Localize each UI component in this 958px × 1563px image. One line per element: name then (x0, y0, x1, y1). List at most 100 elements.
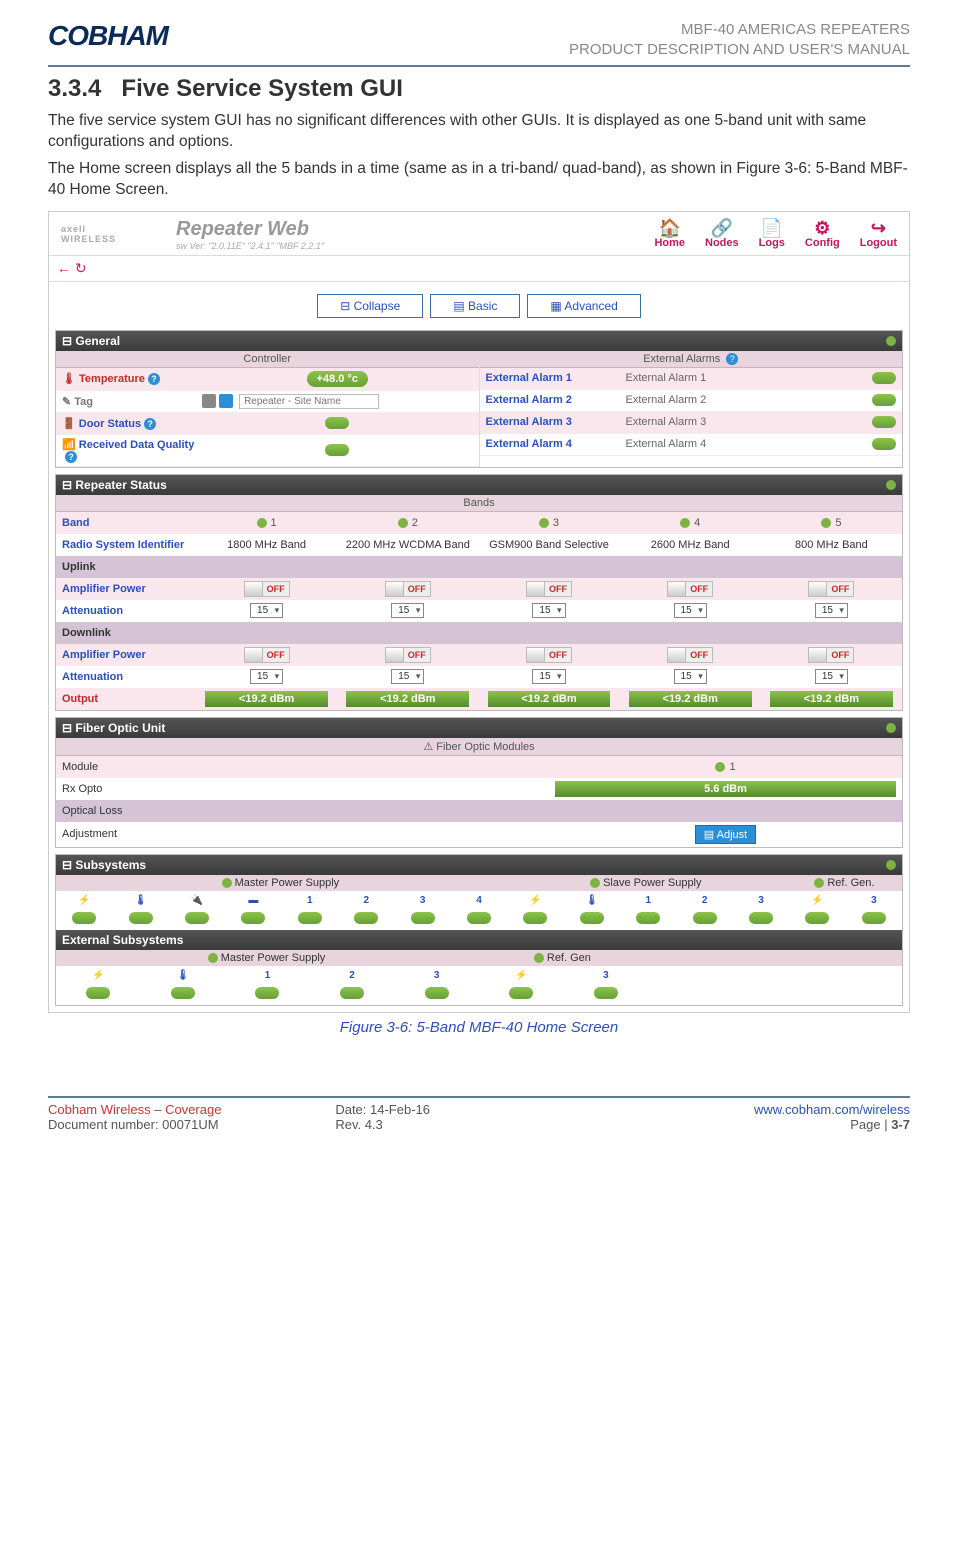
nav-logout[interactable]: ↪Logout (860, 219, 897, 249)
band-num-2: 2 (398, 517, 418, 529)
ext-alarm-2-badge (872, 394, 896, 406)
reload-icon[interactable]: ↻ (75, 260, 87, 276)
collapse-button[interactable]: ⊟ Collapse (317, 294, 423, 318)
status-badge (425, 987, 449, 999)
ext-alarms-header: External Alarms ? (480, 351, 903, 368)
dl-amp-switch-3[interactable]: OFF (526, 647, 572, 663)
ul-att-select-5[interactable]: 15 (815, 603, 848, 618)
nav-home[interactable]: 🏠Home (654, 219, 685, 249)
band-num-1: 1 (257, 517, 277, 529)
page-footer: Cobham Wireless – Coverage Date: 14-Feb-… (48, 1096, 910, 1132)
dl-amp-switch-5[interactable]: OFF (808, 647, 854, 663)
dl-att-select-2[interactable]: 15 (391, 669, 424, 684)
ext-alarms-header-label: External Alarms (643, 353, 720, 365)
dl-att-select-5[interactable]: 15 (815, 669, 848, 684)
subsystems-title: ⊟ Subsystems (62, 858, 146, 872)
dl-amp-switch-4[interactable]: OFF (667, 647, 713, 663)
sub-icon: 3 (564, 970, 649, 981)
status-badge (72, 912, 96, 924)
ul-att-select-1[interactable]: 15 (250, 603, 283, 618)
general-panel-header[interactable]: ⊟ General (56, 331, 902, 351)
edit-icon[interactable] (219, 394, 233, 408)
section-heading: 3.3.4 Five Service System GUI (48, 75, 910, 103)
band-name-4: 2600 MHz Band (620, 534, 761, 556)
doc-title: MBF-40 AMERICAS REPEATERS PRODUCT DESCRI… (569, 20, 910, 59)
sub-icon: 3 (733, 895, 789, 906)
ext-alarm-1-label: External Alarm 1 (486, 372, 626, 384)
master-ps-label: Master Power Supply (56, 875, 505, 891)
dl-amp-switch-2[interactable]: OFF (385, 647, 431, 663)
ul-att-select-4[interactable]: 15 (674, 603, 707, 618)
cobham-logo: COBHAM (48, 20, 168, 52)
sub-icon: 🌡 (141, 970, 226, 981)
band-label: Band (56, 512, 196, 534)
help-icon[interactable]: ? (65, 451, 77, 463)
dl-amp-switch-1[interactable]: OFF (244, 647, 290, 663)
fiber-optic-header[interactable]: ⊟ Fiber Optic Unit (56, 718, 902, 738)
help-icon[interactable]: ? (148, 373, 160, 385)
status-badge (580, 912, 604, 924)
output-label: Output (56, 688, 196, 710)
bands-header: Bands (56, 495, 902, 512)
tag-label: ✎ Tag (62, 395, 202, 408)
nav-nodes[interactable]: 🔗Nodes (705, 219, 739, 249)
back-icon[interactable]: ← (57, 260, 71, 276)
ext-alarm-1-value: External Alarm 1 (626, 372, 873, 384)
dl-att-select-1[interactable]: 15 (250, 669, 283, 684)
subsystems-header[interactable]: ⊟ Subsystems (56, 855, 902, 875)
heading-num: 3.3.4 (48, 75, 101, 102)
sub-icon: ⚡ (479, 970, 564, 981)
nodes-icon: 🔗 (705, 219, 739, 237)
nav-config[interactable]: ⚙Config (805, 219, 840, 249)
sub-icon: 3 (394, 970, 479, 981)
status-badge (185, 912, 209, 924)
basic-button[interactable]: ▤ Basic (430, 294, 520, 318)
nav-logs[interactable]: 📄Logs (759, 219, 785, 249)
page-header: COBHAM MBF-40 AMERICAS REPEATERS PRODUCT… (48, 20, 910, 67)
ext-alarm-4-value: External Alarm 4 (626, 438, 873, 450)
lock-icon (202, 394, 216, 408)
sub-icon: ⚡ (789, 895, 845, 906)
ul-amp-switch-4[interactable]: OFF (667, 581, 713, 597)
rx-opto-label: Rx Opto (56, 778, 196, 800)
ul-amp-switch-3[interactable]: OFF (526, 581, 572, 597)
ref-gen-label: Ref. Gen. (787, 875, 902, 891)
fiber-optic-title: ⊟ Fiber Optic Unit (62, 721, 165, 735)
sub-icon: 1 (282, 895, 338, 906)
general-panel: ⊟ General Controller 🌡 Temperature?+48.0… (55, 330, 903, 468)
ul-att-select-3[interactable]: 15 (532, 603, 565, 618)
ul-att-select-2[interactable]: 15 (391, 603, 424, 618)
fiber-modules-header: ⚠ Fiber Optic Modules (56, 738, 902, 756)
ul-amp-switch-2[interactable]: OFF (385, 581, 431, 597)
band-name-3: GSM900 Band Selective (478, 534, 619, 556)
band-name-2: 2200 MHz WCDMA Band (337, 534, 478, 556)
adjust-button[interactable]: ▤ Adjust (695, 825, 756, 844)
output-value-4: <19.2 dBm (629, 691, 752, 707)
mode-bar: ⊟ Collapse ▤ Basic ▦ Advanced (49, 282, 909, 330)
status-badge (862, 912, 886, 924)
uplink-header: Uplink (56, 556, 902, 578)
ul-amp-label: Amplifier Power (56, 578, 196, 600)
ul-amp-switch-5[interactable]: OFF (808, 581, 854, 597)
help-icon[interactable]: ? (144, 418, 156, 430)
repeater-status-header[interactable]: ⊟ Repeater Status (56, 475, 902, 495)
ul-amp-switch-1[interactable]: OFF (244, 581, 290, 597)
dl-att-select-4[interactable]: 15 (674, 669, 707, 684)
status-dot (886, 336, 896, 346)
repeater-status-title: ⊟ Repeater Status (62, 478, 167, 492)
band-num-3: 3 (539, 517, 559, 529)
doc-title-l2: PRODUCT DESCRIPTION AND USER'S MANUAL (569, 40, 910, 60)
status-badge (86, 987, 110, 999)
ext-alarm-3-label: External Alarm 3 (486, 416, 626, 428)
tag-input[interactable] (239, 394, 379, 409)
advanced-button[interactable]: ▦ Advanced (527, 294, 640, 318)
rx-opto-value: 5.6 dBm (555, 781, 896, 797)
ul-att-label: Attenuation (56, 600, 196, 622)
para-2: The Home screen displays all the 5 bands… (48, 159, 910, 201)
help-icon[interactable]: ? (726, 353, 738, 365)
dl-att-select-3[interactable]: 15 (532, 669, 565, 684)
app-header: axell WIRELESS Repeater Web sw Ver: "2.0… (49, 212, 909, 255)
footer-rev: Rev. 4.3 (335, 1117, 622, 1132)
rdq-label: 📶 Received Data Quality? (62, 438, 202, 463)
footer-link[interactable]: www.cobham.com/wireless (754, 1102, 910, 1117)
